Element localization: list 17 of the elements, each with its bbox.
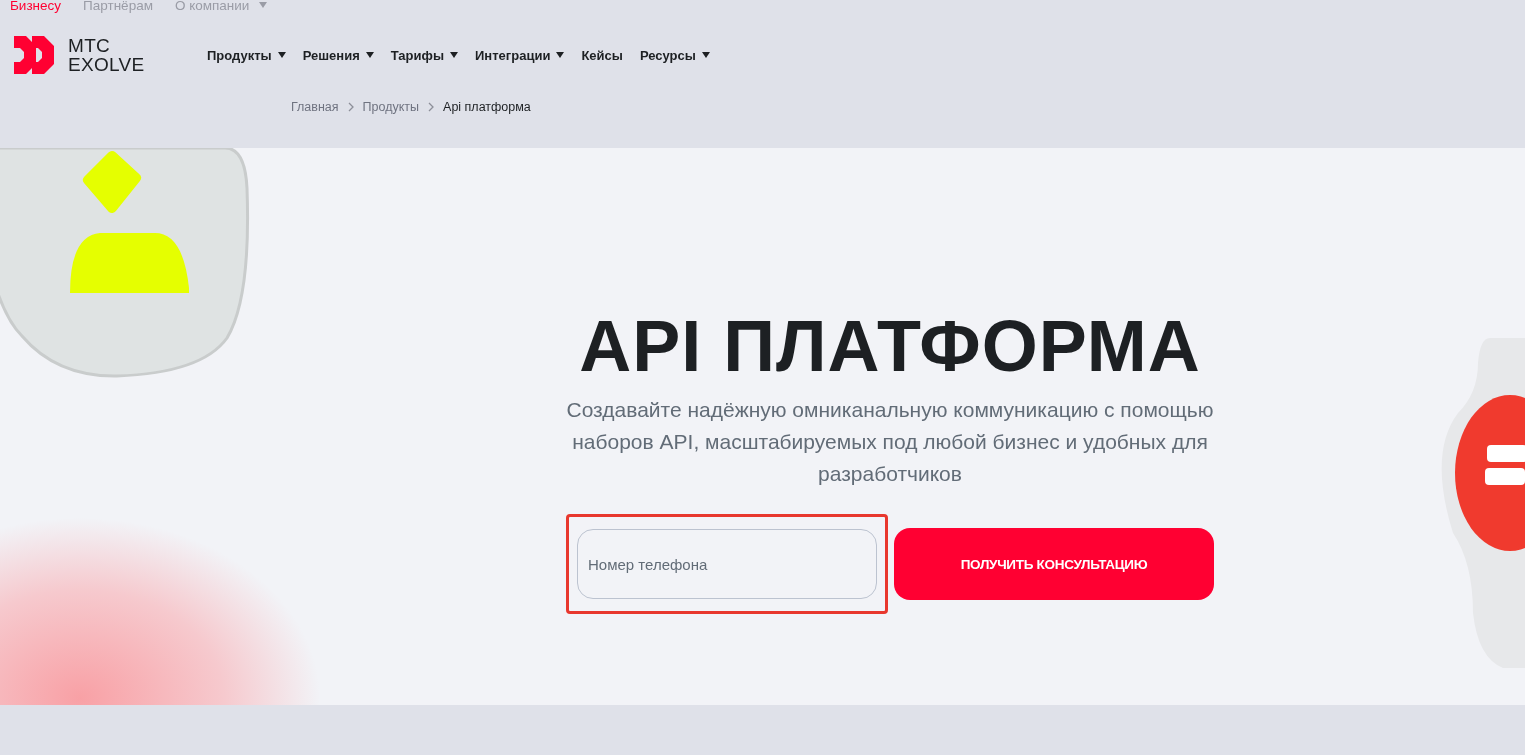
chevron-right-icon (347, 102, 354, 112)
logo-text: МТС EXOLVE (68, 36, 145, 74)
nav-item[interactable]: Решения (302, 47, 374, 63)
nav-item[interactable]: Тарифы (390, 47, 458, 63)
nav-item[interactable]: Кейсы (581, 47, 623, 63)
nav-item[interactable]: Интеграции (475, 47, 565, 63)
nav-item[interactable]: Ресурсы (639, 47, 710, 63)
hero-title: API ПЛАТФОРМА (579, 306, 1201, 386)
breadcrumb-link[interactable]: Api платформа (443, 100, 531, 114)
nav-item[interactable]: Продукты (207, 47, 286, 63)
chevron-right-icon (428, 102, 435, 112)
logo-icon (14, 36, 54, 74)
breadcrumb-link[interactable]: Главная (291, 100, 339, 114)
consultation-button[interactable]: ПОЛУЧИТЬ КОНСУЛЬТАЦИЮ (894, 528, 1214, 600)
hero-subtitle: Создавайте надёжную омниканальную коммуникацию с помощью наборов API, масштабируемых под любой бизнес и удобных для разработчиков (565, 397, 1215, 487)
phone-input-field[interactable]: Номер телефона (577, 529, 877, 599)
breadcrumb-link[interactable]: Продукты (362, 100, 420, 114)
